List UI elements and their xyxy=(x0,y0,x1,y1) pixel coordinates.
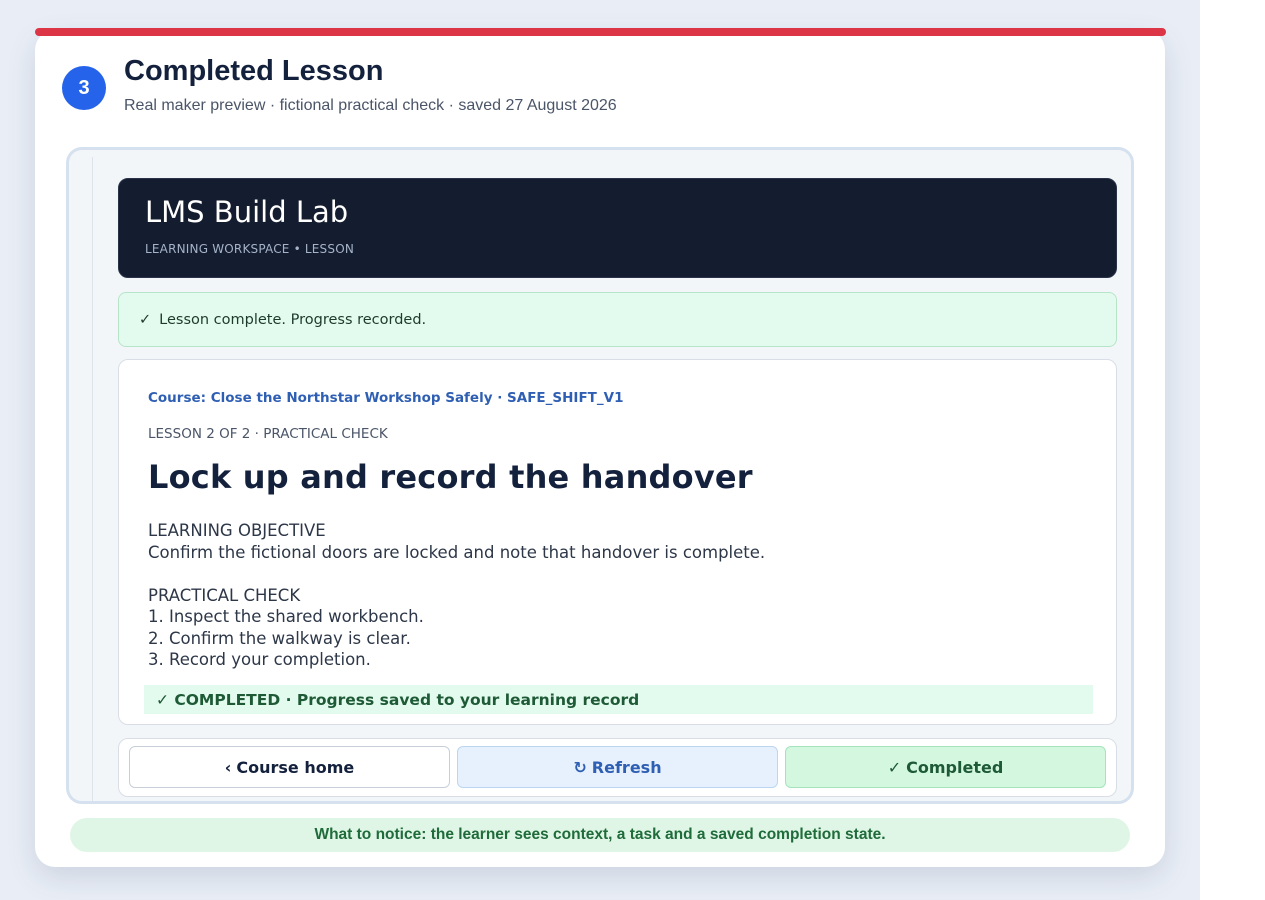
what-to-notice-banner: What to notice: the learner sees context… xyxy=(70,818,1130,852)
preview-rail-divider xyxy=(92,157,93,801)
course-home-button[interactable]: ‹ Course home xyxy=(129,746,450,788)
objective-text: Confirm the fictional doors are locked a… xyxy=(148,542,766,562)
lesson-card: Course: Close the Northstar Workshop Saf… xyxy=(118,359,1117,725)
lesson-body: LEARNING OBJECTIVE Confirm the fictional… xyxy=(148,520,1088,671)
practical-step: 1. Inspect the shared workbench. xyxy=(148,607,424,626)
lms-title: LMS Build Lab xyxy=(145,195,349,229)
success-alert-text: Lesson complete. Progress recorded. xyxy=(159,311,427,328)
step-number-badge: 3 xyxy=(62,66,106,110)
refresh-label: Refresh xyxy=(591,757,662,777)
course-link[interactable]: Course: Close the Northstar Workshop Saf… xyxy=(148,390,623,406)
success-alert: ✓ Lesson complete. Progress recorded. xyxy=(118,292,1117,347)
lms-header: LMS Build Lab LEARNING WORKSPACE • LESSO… xyxy=(118,178,1117,278)
completed-button[interactable]: ✓ Completed xyxy=(785,746,1106,788)
lesson-meta: LESSON 2 OF 2 · PRACTICAL CHECK xyxy=(148,426,388,442)
practical-step: 2. Confirm the walkway is clear. xyxy=(148,628,411,648)
card-accent-bar xyxy=(35,28,1166,36)
lesson-title: Lock up and record the handover xyxy=(148,458,753,496)
card-subtitle: Real maker preview · fictional practical… xyxy=(124,97,617,114)
course-home-label: Course home xyxy=(236,757,355,777)
lms-breadcrumb: LEARNING WORKSPACE • LESSON xyxy=(145,242,355,256)
completed-label: Completed xyxy=(906,757,1004,777)
card-title: Completed Lesson xyxy=(124,55,384,87)
check-icon: ✓ xyxy=(887,757,902,777)
chevron-left-icon: ‹ xyxy=(224,757,232,777)
completion-status-strip: ✓ COMPLETED · Progress saved to your lea… xyxy=(144,685,1093,714)
practical-step: 3. Record your completion. xyxy=(148,650,371,669)
practical-check-heading: PRACTICAL CHECK xyxy=(148,585,301,605)
objective-heading: LEARNING OBJECTIVE xyxy=(148,521,326,540)
refresh-button[interactable]: ↻ Refresh xyxy=(457,746,778,788)
refresh-icon: ↻ xyxy=(573,757,587,777)
lesson-action-bar: ‹ Course home ↻ Refresh ✓ Completed xyxy=(118,738,1117,797)
check-icon: ✓ xyxy=(139,311,152,328)
